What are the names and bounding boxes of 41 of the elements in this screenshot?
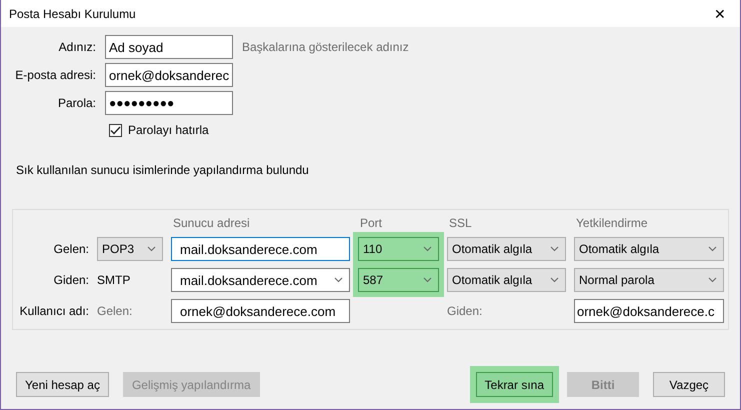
ssl-dropdown[interactable]: Otomatik algıla bbox=[447, 268, 566, 292]
username-field[interactable]: ornek@doksanderece.c bbox=[574, 299, 724, 323]
field-label: E-posta adresi: bbox=[14, 68, 96, 82]
caret-icon bbox=[423, 277, 432, 283]
caret-icon bbox=[550, 246, 559, 252]
dialog-button[interactable]: Vazgeç bbox=[653, 372, 725, 397]
column-header: Yetkilendirme bbox=[575, 216, 649, 230]
caret-icon bbox=[334, 277, 343, 283]
dialog-button[interactable]: Yeni hesap aç bbox=[16, 372, 109, 397]
close-button[interactable]: ✕ bbox=[700, 0, 740, 27]
field-label: Parola: bbox=[56, 96, 96, 110]
field-label: Adınız: bbox=[58, 40, 96, 54]
auth-dropdown[interactable]: Otomatik algıla bbox=[574, 237, 724, 261]
ssl-dropdown[interactable]: Otomatik algıla bbox=[447, 237, 566, 261]
row-label: Giden: bbox=[52, 273, 89, 287]
input-field[interactable]: ornek@doksanderec bbox=[105, 63, 233, 87]
caret-icon bbox=[423, 246, 432, 252]
input-field[interactable]: Ad soyad bbox=[105, 35, 233, 59]
password-field[interactable]: ●●●●●●●●● bbox=[105, 91, 233, 115]
server-combobox[interactable]: mail.doksanderece.com bbox=[171, 268, 350, 292]
checkbox[interactable] bbox=[109, 124, 122, 136]
caret-icon bbox=[708, 246, 717, 252]
field-hint: Başkalarına gösterilecek adınız bbox=[242, 40, 410, 54]
auth-dropdown[interactable]: Normal parola bbox=[574, 268, 724, 292]
checkbox-label: Parolayı hatırla bbox=[128, 123, 209, 137]
status-message: Sık kullanılan sunucu isimlerinde yapılandırma bulundu bbox=[15, 163, 310, 177]
column-header: Port bbox=[359, 216, 384, 230]
caret-icon bbox=[550, 277, 559, 283]
caret-icon bbox=[708, 277, 717, 283]
protocol-label: SMTP bbox=[97, 273, 132, 287]
caret-icon bbox=[147, 246, 156, 252]
row-label: Gelen: bbox=[52, 242, 89, 256]
window-title: Posta Hesabı Kurulumu bbox=[9, 6, 136, 20]
username-field[interactable]: ornek@doksanderece.com bbox=[171, 299, 350, 323]
outgoing-label: Giden: bbox=[447, 304, 484, 318]
column-header: SSL bbox=[448, 216, 473, 230]
row-label: Kullanıcı adı: bbox=[18, 304, 89, 318]
protocol-dropdown[interactable]: POP3 bbox=[97, 237, 163, 261]
incoming-label: Gelen: bbox=[97, 304, 134, 318]
server-field[interactable]: mail.doksanderece.com bbox=[171, 237, 350, 261]
column-header: Sunucu adresi bbox=[172, 216, 251, 230]
